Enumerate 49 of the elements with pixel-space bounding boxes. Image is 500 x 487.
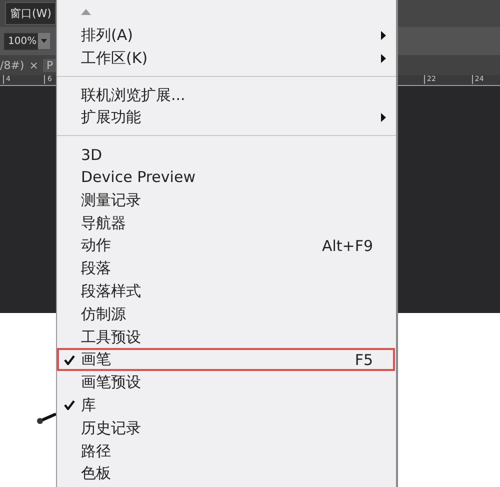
menu-item[interactable]: 画笔 F5 xyxy=(57,348,395,372)
menu-item[interactable]: 测量记录 xyxy=(57,188,395,212)
menu-item[interactable]: 画笔预设 xyxy=(57,371,395,394)
menu-item-label: 测量记录 xyxy=(80,190,142,210)
menu-item[interactable]: 段落 xyxy=(57,257,395,280)
menu-item[interactable]: 段落样式 xyxy=(57,280,395,303)
menu-item-label: 仿制源 xyxy=(80,304,127,324)
menu-item[interactable]: 导航器 xyxy=(57,212,395,234)
menu-item-label: 3D xyxy=(80,146,104,164)
close-button[interactable]: × xyxy=(29,58,38,72)
menu-item-label: 工作区(K) xyxy=(80,48,149,68)
menu-bar-item[interactable]: 窗口(W) xyxy=(5,2,56,25)
menu-item[interactable]: 工具预设 xyxy=(57,326,395,348)
menu-item[interactable]: 联机浏览扩展... xyxy=(57,84,395,106)
shortcut-label: F5 xyxy=(354,350,373,369)
scroll-up-icon[interactable] xyxy=(81,9,91,15)
menu-item[interactable]: Device Preview xyxy=(57,166,395,189)
menu-item-label: Device Preview xyxy=(80,168,196,186)
menu-item-label: 库 xyxy=(80,396,97,415)
menu-item-label: 画笔预设 xyxy=(80,373,142,392)
menu-item[interactable]: 路径 xyxy=(57,440,395,462)
menu-item-label: 动作 xyxy=(80,236,112,256)
shortcut-label: Alt+F9 xyxy=(322,236,373,255)
menu-item[interactable]: 历史记录 xyxy=(57,416,395,440)
document-tab[interactable]: /8#) xyxy=(0,58,24,72)
menu-item[interactable]: 3D xyxy=(57,143,395,166)
menu-item-label: 联机浏览扩展... xyxy=(80,86,186,105)
brush-cursor-icon xyxy=(36,413,56,425)
menu-item[interactable]: 排列(A) xyxy=(57,24,395,47)
zoom-field[interactable]: 100% xyxy=(4,32,38,50)
menu-item[interactable]: 仿制源 xyxy=(57,302,395,326)
dropdown-button[interactable] xyxy=(38,33,50,49)
menu-item[interactable]: 扩展功能 xyxy=(57,106,395,130)
menu-item[interactable]: 库 xyxy=(57,394,395,417)
caret-icon xyxy=(41,39,47,43)
menu-item-label: 排列(A) xyxy=(80,26,134,45)
menu-item[interactable]: 动作 Alt+F9 xyxy=(57,234,395,258)
menu-item-label: 画笔 xyxy=(80,350,112,370)
menu-item-label: 段落样式 xyxy=(80,282,142,301)
menu-item-label: 工具预设 xyxy=(80,328,142,347)
menu-item-label: 历史记录 xyxy=(80,418,142,438)
menu-item-label: 路径 xyxy=(80,442,112,461)
menu-item-label: 导航器 xyxy=(80,214,127,233)
document-tab[interactable]: P xyxy=(43,58,56,72)
menu-item[interactable]: 色板 xyxy=(57,462,395,486)
menu-item-label: 扩展功能 xyxy=(80,108,142,128)
menu-item-label: 色板 xyxy=(80,464,112,484)
menu-item-label: 段落 xyxy=(80,259,112,278)
menu-item[interactable]: 工作区(K) xyxy=(57,46,395,70)
